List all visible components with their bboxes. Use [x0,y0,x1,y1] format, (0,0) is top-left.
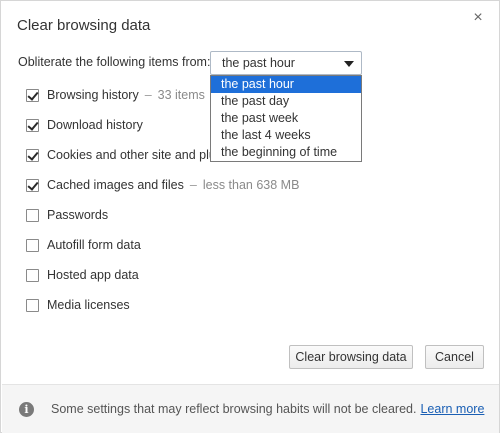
cancel-button[interactable]: Cancel [425,345,484,369]
time-range-option[interactable]: the last 4 weeks [211,127,361,144]
item-label: Passwords [47,208,109,222]
dialog-title: Clear browsing data [17,17,151,34]
item-count: 33 items [157,88,205,102]
item-separator: – [189,178,197,192]
checkbox[interactable] [26,239,39,252]
item-label: Browsing history [47,88,139,102]
checkbox[interactable] [26,299,39,312]
time-range-select[interactable]: the past hour [210,51,362,75]
time-range-selected-value: the past hour [222,56,295,70]
checkbox[interactable] [26,209,39,222]
time-range-option[interactable]: the past week [211,110,361,127]
item-label: Hosted app data [47,268,139,282]
dialog-footer: i Some settings that may reflect browsin… [2,384,499,433]
learn-more-link[interactable]: Learn more [420,402,484,416]
chevron-down-icon [344,61,354,67]
footer-message: Some settings that may reflect browsing … [51,402,417,416]
checkbox[interactable] [26,119,39,132]
clear-browsing-data-dialog: Clear browsing data × Obliterate the fol… [0,0,500,433]
time-range-option[interactable]: the past day [211,93,361,110]
item-label: Download history [47,118,143,132]
clear-browsing-data-button[interactable]: Clear browsing data [289,345,413,369]
time-range-label: Obliterate the following items from: [18,55,211,69]
checkbox[interactable] [26,89,39,102]
checkbox[interactable] [26,269,39,282]
checkbox[interactable] [26,179,39,192]
item-label: Autofill form data [47,238,141,252]
checkbox[interactable] [26,149,39,162]
time-range-option[interactable]: the beginning of time [211,144,361,161]
item-separator: – [144,88,152,102]
item-size: less than 638 MB [202,178,300,192]
info-icon: i [19,402,34,417]
item-label: Cached images and files [47,178,184,192]
item-label: Media licenses [47,298,130,312]
close-icon[interactable]: × [469,9,487,27]
time-range-option[interactable]: the past hour [211,76,361,93]
time-range-dropdown: the past hour the past day the past week… [210,75,362,162]
